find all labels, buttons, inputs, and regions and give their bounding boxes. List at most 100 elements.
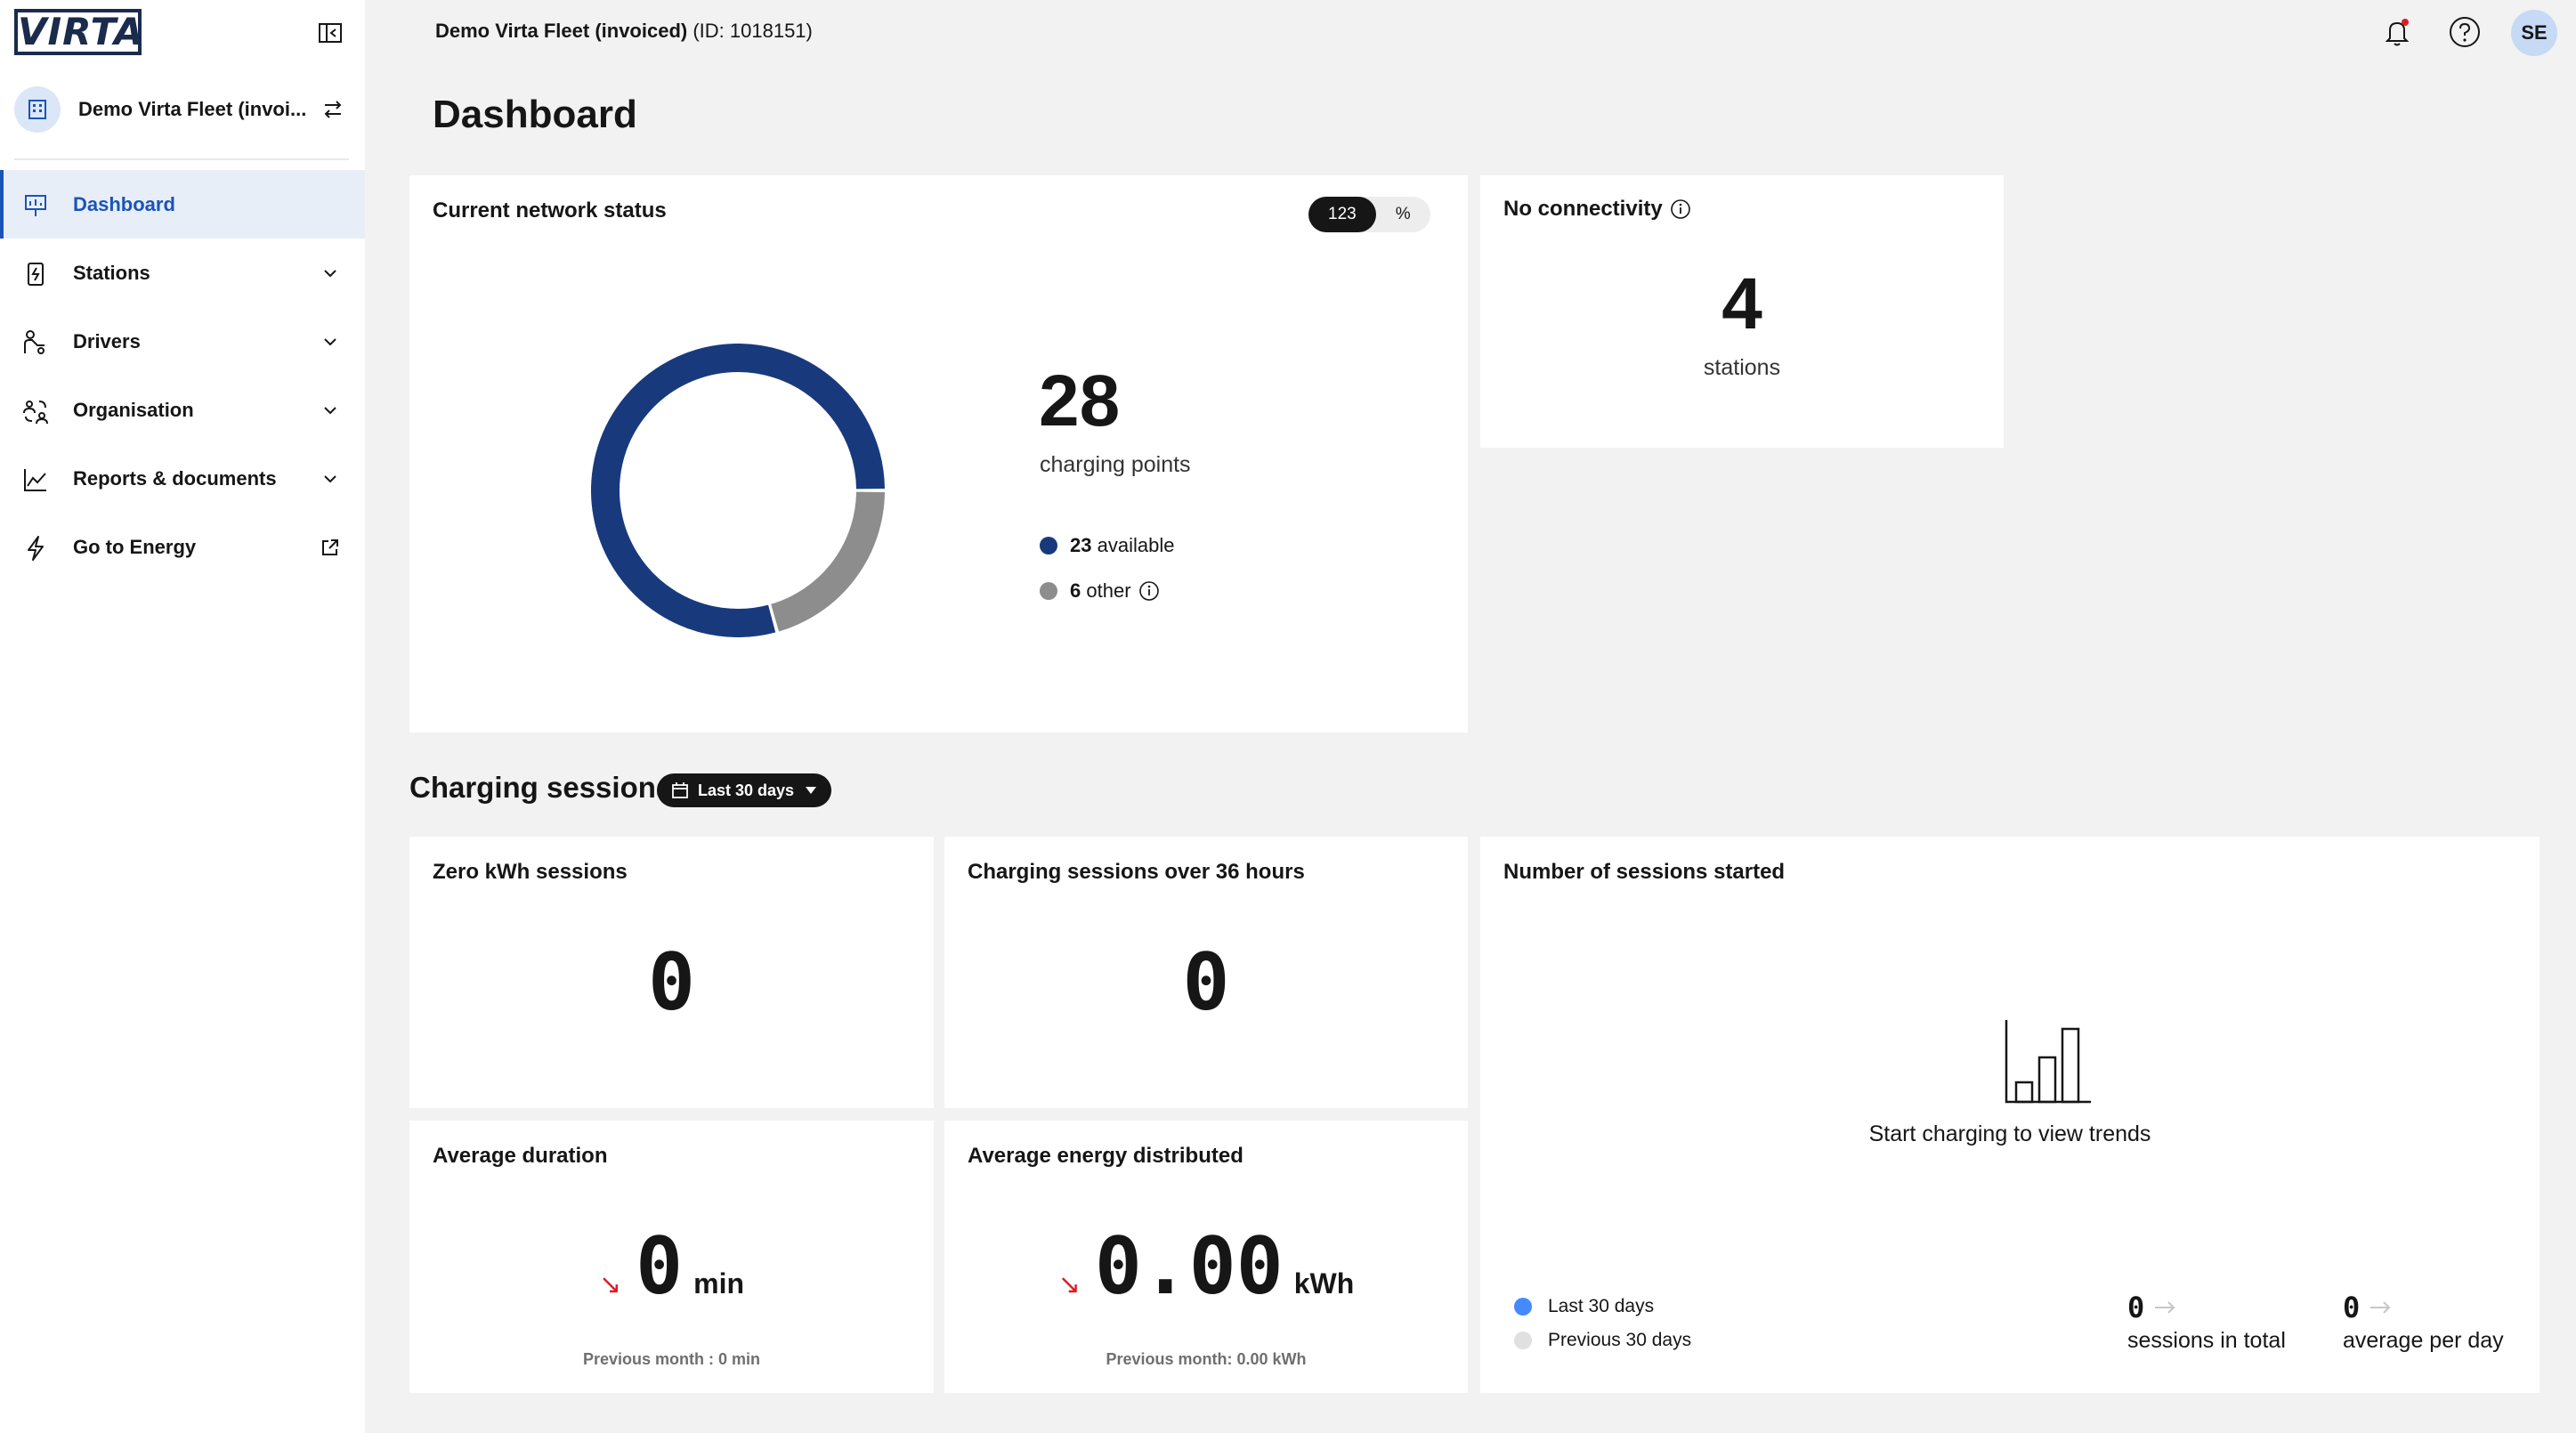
sessions-avg-value: 0 [2343,1291,2361,1324]
sidebar-item-label: Go to Energy [73,535,197,558]
date-range-label: Last 30 days [698,781,795,799]
legend-previous-30-days: Previous 30 days [1514,1330,1691,1351]
chevron-down-icon [320,332,340,352]
over-36h-value: 0 [1182,936,1230,1028]
sessions-total: 0 [2127,1291,2286,1324]
network-donut-chart [591,344,885,637]
over-36h-card: Charging sessions over 36 hours 0 [944,837,1468,1108]
calendar-icon [671,781,689,799]
sidebar-item-label: Stations [73,261,150,284]
sidebar-item-stations[interactable]: Stations [0,239,365,307]
legend-label: Previous 30 days [1548,1330,1692,1350]
station-icon [21,260,50,288]
card-title: Number of sessions started [1503,860,1786,884]
sidebar-item-label: Drivers [73,329,141,352]
no-connectivity-value: 4 [1721,263,1762,344]
no-connectivity-label: stations [1703,355,1781,380]
charging-sessions-title: Charging sessions [409,771,673,804]
sidebar-nav: Dashboard Stations Drivers Organisation [0,170,365,581]
fleet-title: Demo Virta Fleet (invoiced) (ID: 1018151… [435,20,813,43]
card-title: Average duration [433,1144,608,1168]
date-range-selector[interactable]: Last 30 days [657,773,832,807]
toggle-percent-option[interactable]: % [1376,197,1430,232]
sidebar: VIRTA Demo Virta Fleet (invoi... Dashboa… [0,0,365,1433]
sessions-total-value: 0 [2127,1291,2145,1324]
trend-down-icon: ↘ [598,1270,622,1299]
notification-bell-icon[interactable] [2379,14,2415,50]
caret-down-icon [805,786,817,795]
sidebar-divider [14,158,349,160]
zero-kwh-card: Zero kWh sessions 0 [409,837,934,1108]
legend-available: 23 available [1040,534,1174,557]
legend-last-30-days: Last 30 days [1514,1296,1654,1317]
sessions-avg-kpi: 0 average per day [2343,1291,2504,1354]
network-status-card: Current network status [409,175,1468,733]
other-label: other [1086,579,1131,602]
help-icon[interactable] [2447,14,2483,50]
organisation-name: Demo Virta Fleet (invoi... [78,98,307,120]
average-energy-unit: kWh [1293,1267,1355,1299]
legend-dot-previous-30 [1514,1332,1532,1349]
trend-down-icon: ↘ [1057,1270,1081,1299]
legend-label: Last 30 days [1548,1296,1655,1316]
virta-logo[interactable]: VIRTA [14,9,142,55]
arrow-right-icon [2153,1300,2176,1315]
card-title: Charging sessions over 36 hours [968,860,1305,884]
available-count: 23 [1070,534,1092,556]
switch-icon[interactable] [320,97,345,122]
info-icon[interactable] [1138,580,1160,602]
toggle-count-option[interactable]: 123 [1308,197,1376,232]
chevron-down-icon [320,401,340,420]
average-energy-card: Average energy distributed ↘ 0.00 kWh Pr… [944,1121,1468,1393]
sessions-total-label: sessions in total [2127,1328,2286,1353]
average-energy-previous: Previous month: 0.00 kWh [1106,1350,1307,1368]
average-duration-stat: ↘ 0 min [409,1220,934,1312]
average-duration-previous: Previous month : 0 min [582,1350,761,1368]
driver-icon [21,328,50,357]
bolt-icon [21,534,50,563]
no-connectivity-card: No connectivity 4 stations [1480,175,2004,448]
user-avatar[interactable]: SE [2511,10,2557,56]
organisation-icon [21,397,50,425]
average-duration-unit: min [693,1267,744,1299]
bar-chart-icon [2004,1018,2093,1107]
no-connectivity-title: No connectivity [1503,197,1663,221]
average-energy-value: 0.00 [1094,1220,1284,1312]
zero-kwh-value: 0 [648,936,695,1028]
collapse-sidebar-icon[interactable] [317,21,344,45]
arrow-right-icon [2369,1300,2392,1315]
sidebar-item-organisation[interactable]: Organisation [0,376,365,444]
legend-other: 6 other [1040,579,1160,603]
legend-dot-available [1040,537,1057,555]
dashboard-icon [21,191,50,220]
average-duration-card: Average duration ↘ 0 min Previous month … [409,1121,934,1393]
sidebar-item-drivers[interactable]: Drivers [0,307,365,376]
sessions-avg: 0 [2343,1291,2504,1324]
legend-dot-other [1040,582,1057,600]
donut-segment-other [770,491,885,632]
info-icon[interactable] [1670,198,1691,220]
sidebar-item-go-to-energy[interactable]: Go to Energy [0,513,365,581]
building-icon [14,86,61,133]
other-count: 6 [1070,579,1081,602]
empty-state-text: Start charging to view trends [1868,1121,2151,1146]
sessions-total-kpi: 0 sessions in total [2127,1291,2286,1354]
sidebar-item-label: Dashboard [73,192,175,215]
sessions-started-card: Number of sessions started Start chargin… [1480,837,2540,1393]
card-title: No connectivity [1503,197,1691,222]
sidebar-item-label: Reports & documents [73,466,277,490]
chevron-down-icon [320,469,340,489]
external-link-icon [320,538,340,557]
sidebar-item-dashboard[interactable]: Dashboard [0,170,365,239]
average-duration-value: 0 [636,1220,684,1312]
total-charging-points: 28 [1039,360,1121,441]
chevron-down-icon [320,263,340,283]
chart-icon [21,466,50,494]
organisation-switcher[interactable]: Demo Virta Fleet (invoi... [14,85,349,134]
card-title: Average energy distributed [968,1144,1243,1168]
sessions-avg-label: average per day [2343,1328,2504,1353]
sidebar-item-reports[interactable]: Reports & documents [0,444,365,513]
card-title: Current network status [433,198,667,223]
unit-toggle[interactable]: 123 % [1308,197,1430,232]
fleet-id: (ID: 1018151) [693,20,813,42]
